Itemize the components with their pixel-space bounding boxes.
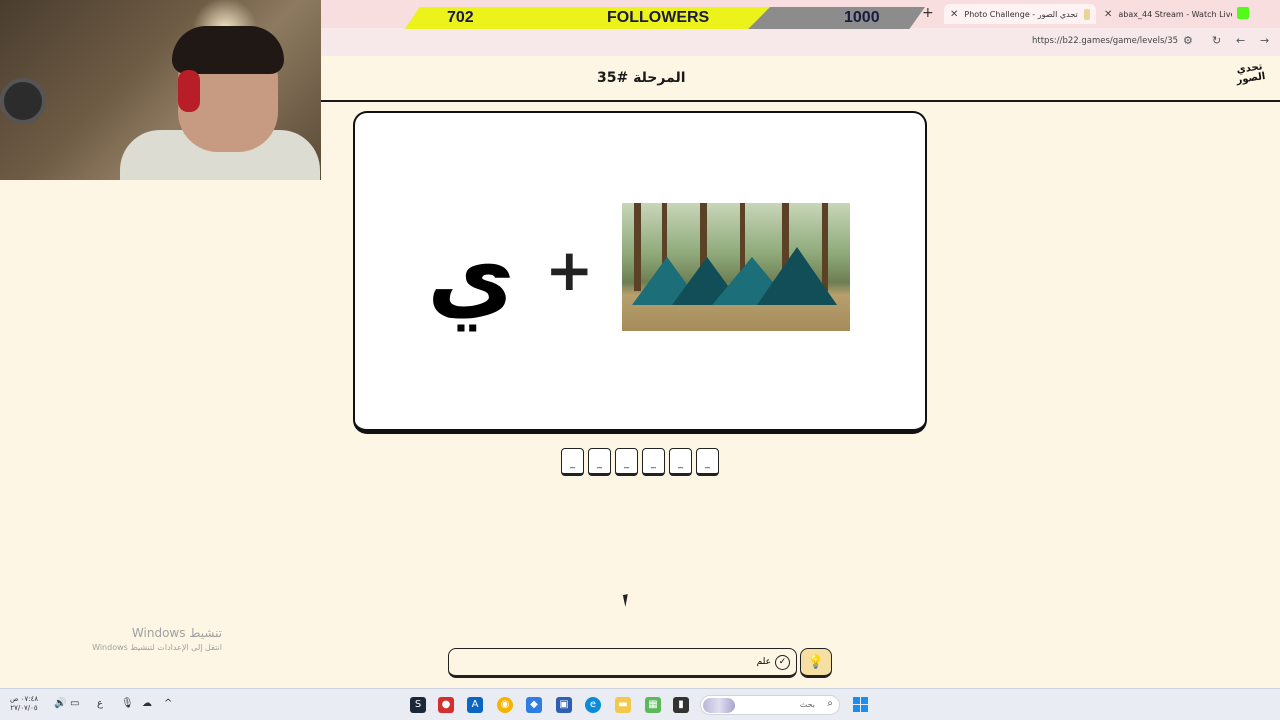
game-logo[interactable]: تحدي الصور	[1230, 61, 1272, 97]
game-header: المرحلة #35 تحدي الصور	[321, 56, 1280, 102]
lightbulb-icon: 💡	[807, 654, 825, 670]
language-indicator[interactable]: ع	[97, 698, 103, 709]
close-tab-icon[interactable]: ✕	[950, 9, 958, 20]
level-title: المرحلة #35	[597, 70, 686, 86]
windows-activation-watermark: تنشيط Windows انتقل إلى الإعدادات لتنشيط…	[60, 626, 222, 652]
edge-icon[interactable]: e	[585, 697, 601, 713]
microphone	[0, 78, 46, 124]
search-placeholder: بحث	[799, 700, 815, 709]
activate-subtitle: انتقل إلى الإعدادات لتنشيط Windows	[92, 643, 222, 652]
start-windows-icon[interactable]	[853, 697, 868, 712]
browser-icon[interactable]: ◆	[526, 697, 542, 713]
store-icon[interactable]: ▣	[556, 697, 572, 713]
file-explorer-icon[interactable]: ▬	[615, 697, 631, 713]
windows-taskbar: ٠٧:٤٨ ص ٢٧/٠٧/٠٥ 🔊 ▭ ع 🎙 ☁ ^ S ● A ◉ ◆ ▣…	[0, 688, 1280, 720]
mouse-cursor	[622, 593, 636, 607]
followers-goal: 1000	[844, 9, 880, 26]
answer-input-box[interactable]: علم ✓	[448, 648, 797, 678]
plus-operator: +	[545, 236, 594, 304]
search-highlight-art	[703, 698, 735, 713]
check-label: علم	[756, 657, 771, 667]
app-icon[interactable]: ▮	[673, 697, 689, 713]
activate-title: تنشيط Windows	[131, 626, 222, 640]
answer-slot[interactable]: _	[669, 448, 692, 476]
puzzle-card: ي +	[353, 111, 927, 434]
app-icon[interactable]: ●	[438, 697, 454, 713]
check-icon[interactable]: ✓	[775, 654, 790, 670]
hint-button[interactable]: 💡	[800, 648, 832, 678]
clock-time: ٠٧:٤٨ ص	[10, 695, 39, 703]
tab-title: Photo Challenge - تحدي الصور	[964, 9, 1078, 19]
clock[interactable]: ٠٧:٤٨ ص ٢٧/٠٧/٠٥	[10, 695, 38, 713]
show-hidden-icons-chevron-icon[interactable]: ^	[164, 698, 172, 709]
forward-icon[interactable]: →	[1260, 34, 1269, 47]
streamer-hair	[172, 26, 284, 74]
answer-slot[interactable]: _	[696, 448, 719, 476]
followers-goal-bar: 702 FOLLOWERS 1000	[405, 7, 925, 29]
tab-title: abax_44 Stream - Watch Live o	[1118, 9, 1232, 19]
url-field[interactable]: https://b22.games/game/levels/35	[1032, 36, 1178, 46]
followers-label: FOLLOWERS	[607, 9, 710, 26]
clock-date: ٢٧/٠٧/٠٥	[10, 704, 38, 712]
search-icon: ⌕	[827, 698, 833, 709]
answer-slot[interactable]: _	[588, 448, 611, 476]
answer-input[interactable]	[452, 656, 753, 668]
reload-icon[interactable]: ↻	[1212, 34, 1221, 47]
followers-current: 702	[447, 9, 474, 26]
kick-favicon-icon	[1237, 7, 1249, 19]
back-icon[interactable]: ←	[1236, 34, 1245, 47]
puzzle-letter: ي	[427, 219, 515, 331]
answer-slot[interactable]: _	[642, 448, 665, 476]
webcam-feed	[0, 0, 321, 180]
onedrive-icon[interactable]: ☁	[142, 698, 152, 709]
answer-slot[interactable]: _	[615, 448, 638, 476]
taskbar-search[interactable]: بحث ⌕	[700, 695, 840, 715]
chrome-icon[interactable]: ◉	[497, 697, 513, 713]
network-icon[interactable]: ▭	[70, 698, 79, 709]
tab-photo-challenge[interactable]: ✕ Photo Challenge - تحدي الصور	[944, 4, 1096, 24]
teams-icon[interactable]: A	[467, 697, 483, 713]
headphones	[178, 70, 200, 112]
app-icon[interactable]: ▦	[645, 697, 661, 713]
volume-icon[interactable]: 🔊	[54, 698, 66, 709]
close-tab-icon[interactable]: ✕	[1104, 9, 1112, 20]
tents-in-forest-photo	[622, 203, 850, 331]
answer-slot[interactable]: _	[561, 448, 584, 476]
answer-slots: _ _ _ _ _ _	[561, 448, 719, 476]
microphone-icon[interactable]: 🎙	[121, 698, 134, 709]
steam-icon[interactable]: S	[410, 697, 426, 713]
site-favicon-icon	[1083, 8, 1090, 20]
tab-stream[interactable]: ✕ abax_44 Stream - Watch Live o	[1104, 4, 1232, 24]
site-settings-icon[interactable]: ⚙	[1183, 34, 1193, 47]
